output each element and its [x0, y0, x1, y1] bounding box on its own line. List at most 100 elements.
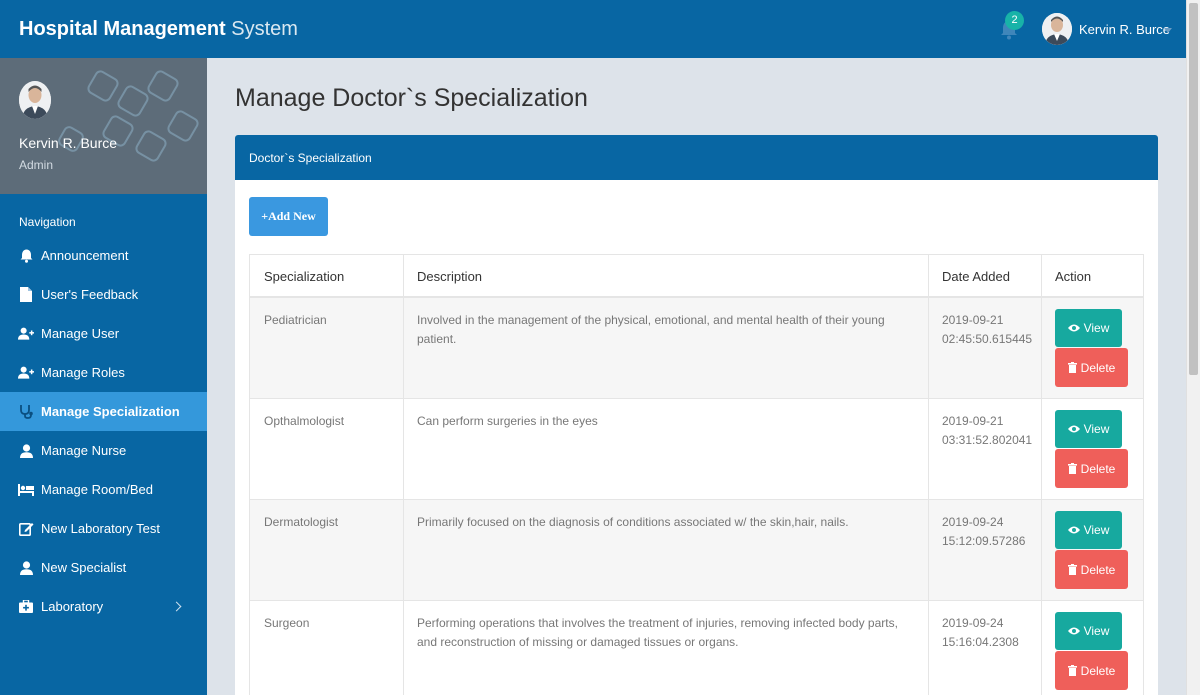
- user-menu-name[interactable]: Kervin R. Burce: [1079, 22, 1170, 37]
- description-cell: Can perform surgeries in the eyes: [417, 412, 917, 431]
- hexagon-decoration: [85, 68, 121, 104]
- description-line: Involved in the management of the physic…: [417, 313, 885, 327]
- page-title: Manage Doctor`s Specialization: [235, 84, 588, 112]
- trash-icon: [1067, 463, 1077, 474]
- column-header-specialization[interactable]: Specialization: [264, 269, 344, 284]
- column-divider: [1041, 601, 1042, 695]
- add-new-label: Add New: [268, 209, 316, 223]
- file-icon: [18, 287, 34, 303]
- column-divider: [403, 500, 404, 600]
- app-brand[interactable]: Hospital Management System: [19, 18, 298, 41]
- description-line: patient.: [417, 332, 457, 346]
- description-cell: Involved in the management of the physic…: [417, 311, 917, 349]
- sidebar-item-label: User's Feedback: [41, 287, 139, 302]
- panel-title: Doctor`s Specialization: [249, 151, 372, 165]
- bed-icon: [18, 482, 34, 498]
- column-divider: [1041, 298, 1042, 398]
- table-row: Opthalmologist Can perform surgeries in …: [249, 399, 1144, 500]
- specialization-cell: Dermatologist: [264, 515, 339, 529]
- sidebar-item-manage-room-bed[interactable]: Manage Room/Bed: [0, 470, 207, 509]
- caret-down-icon[interactable]: [1164, 28, 1172, 33]
- sidebar-item-manage-roles[interactable]: Manage Roles: [0, 353, 207, 392]
- column-divider: [1041, 255, 1042, 296]
- delete-button[interactable]: Delete: [1055, 449, 1128, 488]
- profile-role: Admin: [19, 158, 54, 172]
- plus-icon: +: [261, 209, 269, 223]
- column-divider: [928, 399, 929, 499]
- sidebar-item-label: Manage Roles: [41, 365, 125, 380]
- sidebar-item-label: Manage User: [41, 326, 120, 341]
- view-button[interactable]: View: [1055, 410, 1122, 448]
- sidebar-item-announcement[interactable]: Announcement: [0, 236, 207, 275]
- sidebar-item-feedback[interactable]: User's Feedback: [0, 275, 207, 314]
- view-button[interactable]: View: [1055, 511, 1122, 549]
- sidebar-item-manage-nurse[interactable]: Manage Nurse: [0, 431, 207, 470]
- trash-icon: [1067, 665, 1077, 676]
- user-icon: [18, 443, 34, 459]
- sidebar-item-manage-specialization[interactable]: Manage Specialization: [0, 392, 207, 431]
- view-label: View: [1083, 624, 1110, 638]
- table-header: Specialization Description Date Added Ac…: [249, 254, 1144, 298]
- hexagon-decoration: [145, 68, 181, 104]
- avatar[interactable]: [1042, 13, 1072, 45]
- time-line: 03:31:52.802041: [942, 433, 1033, 447]
- view-button[interactable]: View: [1055, 309, 1122, 347]
- description-cell: Performing operations that involves the …: [417, 614, 917, 652]
- hexagon-decoration: [115, 83, 151, 119]
- add-new-button[interactable]: + Add New: [249, 197, 328, 236]
- sidebar-item-manage-user[interactable]: Manage User: [0, 314, 207, 353]
- user-plus-icon: [18, 365, 34, 381]
- column-header-action: Action: [1055, 269, 1092, 284]
- specialization-cell: Opthalmologist: [264, 414, 345, 428]
- column-divider: [1041, 399, 1042, 499]
- column-divider: [403, 298, 404, 398]
- sidebar-item-new-lab-test[interactable]: New Laboratory Test: [0, 509, 207, 548]
- date-cell: 2019-09-21 03:31:52.802041: [942, 412, 1032, 450]
- sidebar-profile: Kervin R. Burce Admin: [0, 58, 207, 194]
- user-icon: [18, 560, 34, 576]
- notification-badge: 2: [1005, 11, 1024, 30]
- date-cell: 2019-09-21 02:45:50.615445: [942, 311, 1032, 349]
- sidebar-item-label: New Specialist: [41, 560, 127, 575]
- delete-label: Delete: [1080, 663, 1116, 678]
- top-navbar: Hospital Management System 2 Kervin R. B…: [0, 0, 1186, 58]
- delete-label: Delete: [1080, 360, 1116, 375]
- stethoscope-icon: [18, 404, 34, 420]
- column-divider: [928, 601, 929, 695]
- delete-button[interactable]: Delete: [1055, 550, 1128, 589]
- column-header-date-added[interactable]: Date Added: [942, 269, 1010, 284]
- view-button[interactable]: View: [1055, 612, 1122, 650]
- hexagon-decoration: [165, 108, 201, 144]
- sidebar-item-label: New Laboratory Test: [41, 521, 160, 536]
- column-divider: [403, 399, 404, 499]
- description-line: Primarily focused on the diagnosis of co…: [417, 515, 849, 529]
- page-scrollbar[interactable]: [1186, 0, 1200, 695]
- time-line: 15:12:09.57286: [942, 534, 1026, 548]
- delete-button[interactable]: Delete: [1055, 348, 1128, 387]
- view-label: View: [1083, 523, 1110, 537]
- sidebar-item-new-specialist[interactable]: New Specialist: [0, 548, 207, 587]
- table-row: Pediatrician Involved in the management …: [249, 298, 1144, 399]
- scrollbar-thumb[interactable]: [1189, 3, 1198, 375]
- eye-icon: [1067, 425, 1080, 433]
- table-row: Surgeon Performing operations that invol…: [249, 601, 1144, 695]
- description-line: and reconstruction of missing or damaged…: [417, 635, 739, 649]
- sidebar-item-laboratory[interactable]: Laboratory: [0, 587, 207, 626]
- column-header-description[interactable]: Description: [417, 269, 482, 284]
- chevron-right-icon: [171, 601, 182, 612]
- description-cell: Primarily focused on the diagnosis of co…: [417, 513, 917, 532]
- column-divider: [1041, 500, 1042, 600]
- delete-label: Delete: [1080, 562, 1116, 577]
- bell-icon: [18, 248, 34, 264]
- description-line: Can perform surgeries in the eyes: [417, 414, 598, 428]
- table-row: Dermatologist Primarily focused on the d…: [249, 500, 1144, 601]
- date-cell: 2019-09-24 15:16:04.2308: [942, 614, 1019, 652]
- date-line: 2019-09-21: [942, 414, 1004, 428]
- hexagon-decoration: [133, 128, 169, 164]
- profile-name: Kervin R. Burce: [19, 135, 118, 151]
- eye-icon: [1067, 324, 1080, 332]
- profile-avatar: [19, 81, 51, 119]
- view-label: View: [1083, 321, 1110, 335]
- date-line: 2019-09-24: [942, 515, 1004, 529]
- delete-button[interactable]: Delete: [1055, 651, 1128, 690]
